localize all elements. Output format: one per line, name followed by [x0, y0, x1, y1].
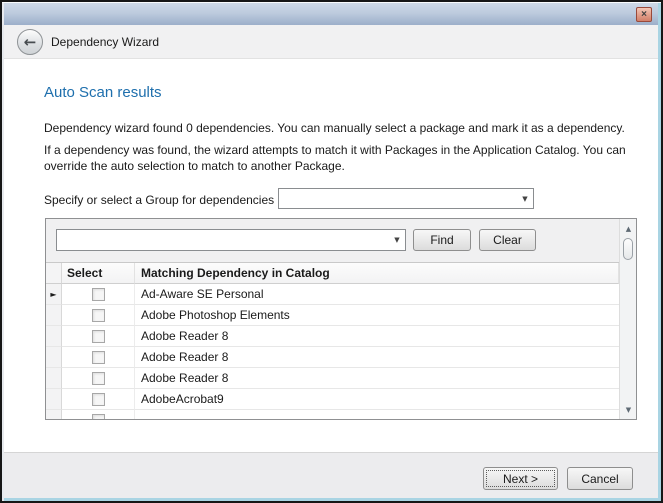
search-combobox[interactable]: ▼ [56, 229, 406, 251]
group-combobox[interactable]: ▼ [278, 188, 534, 209]
scroll-down-button[interactable]: ▼ [621, 402, 636, 417]
page-title: Auto Scan results [44, 84, 162, 101]
column-header-select[interactable]: Select [62, 263, 135, 284]
cancel-button[interactable]: Cancel [567, 467, 633, 490]
wizard-header: ← Dependency Wizard [4, 25, 658, 59]
row-checkbox[interactable] [92, 288, 105, 301]
row-select-cell [62, 284, 135, 305]
intro-text-1: Dependency wizard found 0 dependencies. … [44, 120, 636, 136]
results-panel: ▼ Find Clear Select Matching Dependency … [45, 218, 637, 420]
clear-button[interactable]: Clear [479, 229, 536, 251]
row-selector-cell[interactable]: ► [46, 284, 62, 305]
find-button[interactable]: Find [413, 229, 471, 251]
table-row[interactable]: Adobe Reader 8 [46, 326, 619, 347]
table-body: ► Ad-Aware SE Personal Adobe Photoshop E… [46, 284, 619, 419]
table-row[interactable] [46, 410, 619, 419]
row-select-cell [62, 389, 135, 410]
row-label [135, 410, 619, 419]
row-selector-cell[interactable] [46, 305, 62, 326]
row-label: Ad-Aware SE Personal [135, 284, 619, 305]
chevron-down-icon: ▼ [389, 236, 405, 244]
row-label: Adobe Reader 8 [135, 347, 619, 368]
dependency-wizard-window: × ← Dependency Wizard Auto Scan results … [0, 0, 663, 503]
column-header-matching[interactable]: Matching Dependency in Catalog [135, 263, 619, 284]
table-row[interactable]: Adobe Photoshop Elements [46, 305, 619, 326]
window-glow-right [658, 2, 661, 501]
scroll-up-button[interactable]: ▲ [621, 221, 636, 236]
titlebar[interactable]: × [4, 3, 658, 25]
wizard-title: Dependency Wizard [51, 35, 159, 49]
intro-text-2: If a dependency was found, the wizard at… [44, 142, 632, 174]
scroll-down-icon: ▼ [626, 406, 631, 414]
table-row[interactable]: Adobe Reader 8 [46, 368, 619, 389]
row-select-cell [62, 347, 135, 368]
back-icon: ← [24, 33, 37, 51]
close-button[interactable]: × [636, 7, 652, 22]
table-row[interactable]: ► Ad-Aware SE Personal [46, 284, 619, 305]
group-label: Specify or select a Group for dependenci… [44, 193, 274, 207]
row-label: AdobeAcrobat9 [135, 389, 619, 410]
scrollbar-thumb[interactable] [623, 238, 633, 260]
scroll-up-icon: ▲ [626, 225, 631, 233]
row-select-cell [62, 368, 135, 389]
footer-bar: Next > Cancel [4, 452, 658, 498]
next-button[interactable]: Next > [483, 467, 558, 490]
row-selector-header [46, 263, 62, 284]
close-icon: × [641, 9, 647, 20]
row-checkbox[interactable] [92, 330, 105, 343]
row-selector-cell[interactable] [46, 368, 62, 389]
row-checkbox[interactable] [92, 393, 105, 406]
group-combobox-value [279, 197, 517, 201]
row-checkbox[interactable] [92, 309, 105, 322]
row-selector-cell[interactable] [46, 410, 62, 419]
row-label: Adobe Photoshop Elements [135, 305, 619, 326]
table-scrollbar[interactable]: ▲ ▼ [619, 219, 636, 419]
search-combobox-value [57, 238, 389, 242]
current-row-icon: ► [50, 290, 56, 299]
window-glow-top [2, 2, 661, 3]
row-checkbox[interactable] [92, 414, 105, 420]
row-label: Adobe Reader 8 [135, 368, 619, 389]
table-row[interactable]: AdobeAcrobat9 [46, 389, 619, 410]
back-button[interactable]: ← [17, 29, 43, 55]
row-checkbox[interactable] [92, 351, 105, 364]
window-glow-left [2, 2, 4, 501]
dependency-table: Select Matching Dependency in Catalog ► … [46, 262, 619, 419]
row-checkbox[interactable] [92, 372, 105, 385]
row-select-cell [62, 410, 135, 419]
row-selector-cell[interactable] [46, 347, 62, 368]
chevron-down-icon: ▼ [517, 195, 533, 203]
row-select-cell [62, 305, 135, 326]
window-glow-bottom [2, 498, 661, 501]
table-header-row: Select Matching Dependency in Catalog [46, 263, 619, 284]
row-label: Adobe Reader 8 [135, 326, 619, 347]
row-select-cell [62, 326, 135, 347]
table-row[interactable]: Adobe Reader 8 [46, 347, 619, 368]
row-selector-cell[interactable] [46, 389, 62, 410]
row-selector-cell[interactable] [46, 326, 62, 347]
